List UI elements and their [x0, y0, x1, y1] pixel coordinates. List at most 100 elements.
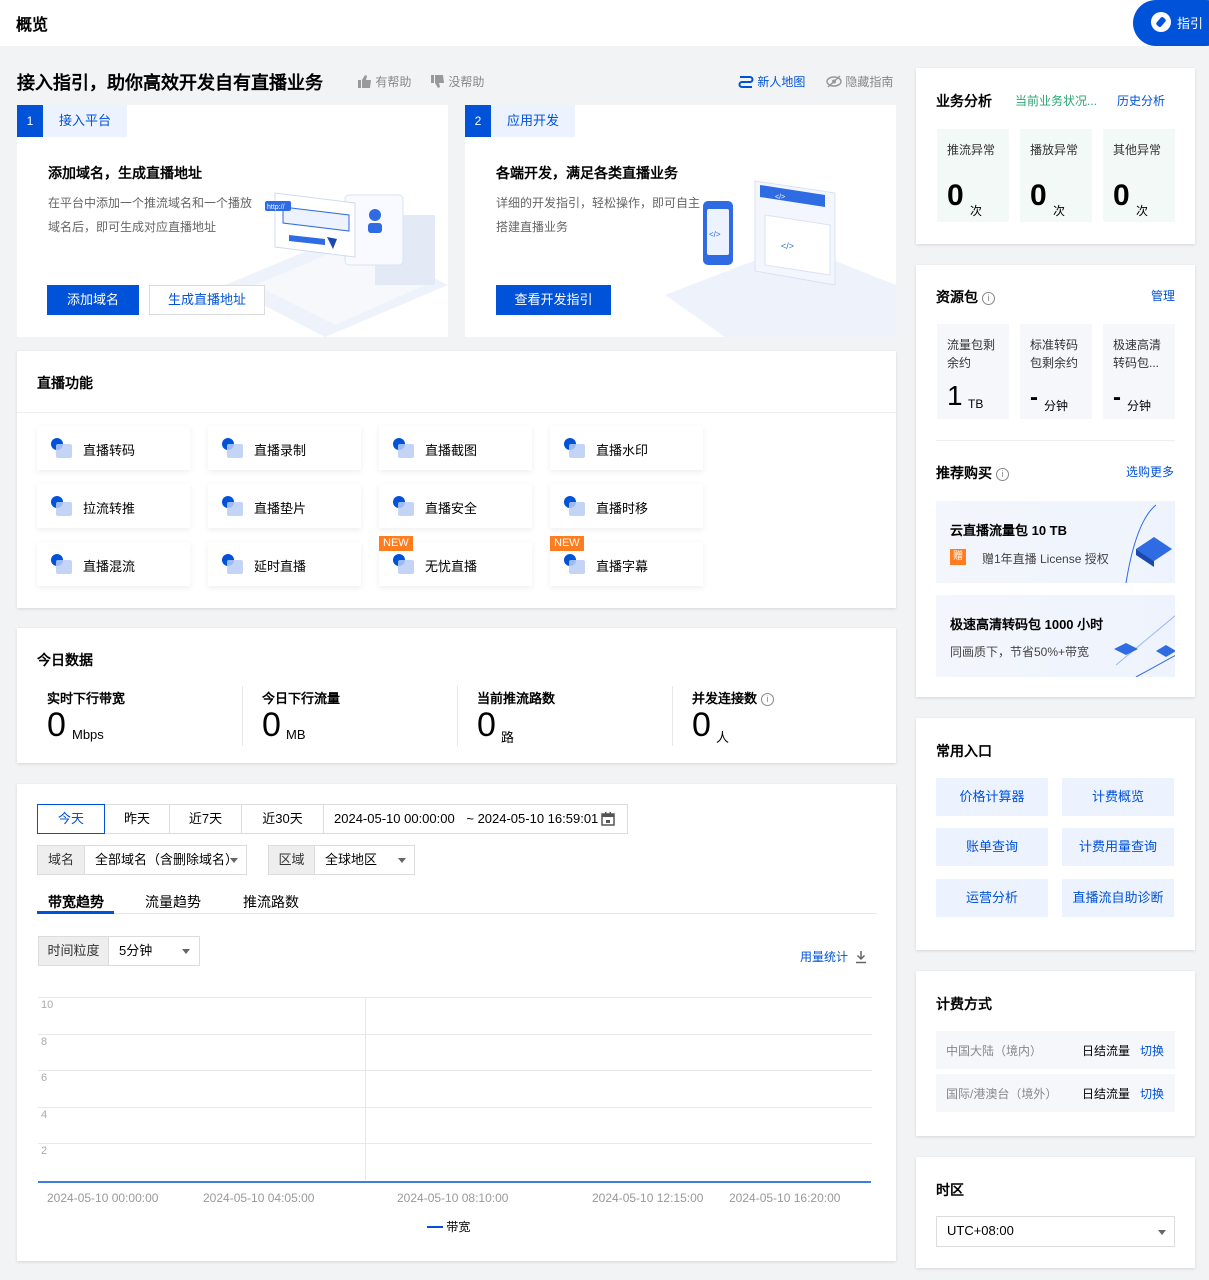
push-error-unit: 次 — [970, 204, 983, 218]
timezone-value: UTC+08:00 — [947, 1223, 1014, 1238]
stat-traffic-value: 0 — [262, 706, 281, 744]
recommend-transcode-card[interactable]: 极速高清转码包 1000 小时 同画质下，节省50%+带宽 — [936, 595, 1175, 677]
history-analysis-link[interactable]: 历史分析 — [1117, 92, 1165, 109]
entry-price-calculator[interactable]: 价格计算器 — [936, 778, 1048, 816]
billing-row-domestic: 中国大陆（境内） 日结流量 切换 — [936, 1031, 1175, 1069]
view-dev-guide-button[interactable]: 查看开发指引 — [496, 285, 611, 315]
not-helpful-label: 没帮助 — [448, 75, 485, 89]
tab-traffic[interactable]: 流量趋势 — [145, 892, 201, 912]
standard-transcode-tile[interactable]: 标准转码 包剩余约 - 分钟 — [1020, 324, 1092, 419]
feature-item[interactable]: 延时直播 — [208, 542, 361, 586]
today-title: 今日数据 — [37, 652, 93, 668]
recommend-more-link[interactable]: 选购更多 — [1126, 463, 1174, 480]
region-select[interactable]: 全球地区 — [314, 845, 415, 875]
entry-stream-diagnosis[interactable]: 直播流自助诊断 — [1062, 879, 1174, 917]
helpful-button[interactable]: 有帮助 — [358, 73, 411, 90]
usage-stats-link[interactable]: 用量统计 — [800, 948, 867, 965]
feature-label: 直播转码 — [83, 443, 136, 458]
hide-guide-button[interactable]: 隐藏指南 — [826, 73, 893, 90]
feature-label: 直播安全 — [425, 501, 478, 516]
features-title: 直播功能 — [37, 375, 93, 391]
step2-tab[interactable]: 应用开发 — [491, 105, 576, 137]
recommend-traffic-card[interactable]: 云直播流量包 10 TB 赠 赠1年直播 License 授权 — [936, 501, 1175, 583]
generate-url-button[interactable]: 生成直播地址 — [149, 285, 265, 315]
feature-item[interactable]: 直播录制 — [208, 426, 361, 470]
business-status-link[interactable]: 当前业务状况... — [1015, 92, 1097, 109]
chevron-down-icon — [230, 858, 238, 863]
eye-off-icon — [826, 75, 842, 88]
step2-illustration: </> </> </> — [665, 180, 896, 337]
feature-icon — [51, 438, 73, 460]
resource-title: 资源包 i — [936, 287, 995, 307]
push-error-value: 0 — [947, 179, 964, 212]
region-label: 区域 — [268, 845, 315, 875]
entry-bill-query[interactable]: 账单查询 — [936, 828, 1048, 866]
feature-item[interactable]: 直播安全 — [379, 484, 532, 528]
add-domain-button[interactable]: 添加域名 — [47, 285, 139, 315]
feature-item[interactable]: 无忧直播 NEW — [379, 536, 532, 586]
timezone-title: 时区 — [936, 1182, 964, 1198]
standard-transcode-unit: 分钟 — [1044, 399, 1069, 413]
chart-legend[interactable]: 带宽 — [427, 1218, 470, 1235]
play-error-tile[interactable]: 播放异常 0 次 — [1020, 129, 1092, 222]
resource-manage-link[interactable]: 管理 — [1151, 287, 1175, 304]
entry-usage-query[interactable]: 计费用量查询 — [1062, 828, 1174, 866]
tab-streams[interactable]: 推流路数 — [243, 892, 299, 912]
other-error-tile[interactable]: 其他异常 0 次 — [1103, 129, 1175, 222]
stat-connections-text: 并发连接数 — [692, 691, 758, 706]
hd-transcode-label: 极速高清 转码包... — [1113, 336, 1161, 372]
guide-button[interactable]: 指引 — [1133, 0, 1209, 46]
feature-icon — [222, 554, 244, 576]
hd-transcode-tile[interactable]: 极速高清 转码包... - 分钟 — [1103, 324, 1175, 419]
feature-item[interactable]: 直播字幕 NEW — [550, 536, 703, 586]
date-separator: ~ — [466, 811, 474, 826]
divider — [242, 686, 243, 746]
push-error-tile[interactable]: 推流异常 0 次 — [937, 129, 1009, 222]
info-icon[interactable]: i — [982, 292, 995, 305]
entry-ops-analysis[interactable]: 运营分析 — [936, 879, 1048, 917]
usage-stats-label: 用量统计 — [800, 950, 849, 964]
feature-item[interactable]: 直播垫片 — [208, 484, 361, 528]
svg-text:</>: </> — [781, 241, 794, 251]
traffic-package-tile[interactable]: 流量包剩 余约 1 TB — [937, 324, 1009, 419]
info-icon[interactable]: i — [996, 468, 1009, 481]
stat-streams-label: 当前推流路数 — [477, 691, 556, 706]
range-7days[interactable]: 近7天 — [169, 804, 242, 834]
tab-bandwidth[interactable]: 带宽趋势 — [48, 892, 104, 912]
feature-item[interactable]: 拉流转推 — [37, 484, 190, 528]
range-30days[interactable]: 近30天 — [241, 804, 324, 834]
billing-switch-link[interactable]: 切换 — [1140, 1085, 1164, 1102]
billing-title: 计费方式 — [936, 996, 992, 1012]
timezone-select[interactable]: UTC+08:00 — [936, 1216, 1175, 1247]
feature-item[interactable]: 直播水印 — [550, 426, 703, 470]
feature-item[interactable]: 直播截图 — [379, 426, 532, 470]
domain-value: 全部域名（含删除域名） — [95, 852, 239, 867]
feature-icon — [51, 554, 73, 576]
feature-item[interactable]: 直播转码 — [37, 426, 190, 470]
granularity-label: 时间粒度 — [38, 936, 109, 966]
business-title: 业务分析 — [936, 93, 992, 109]
domain-select[interactable]: 全部域名（含删除域名） — [84, 845, 247, 875]
feature-item[interactable]: 直播混流 — [37, 542, 190, 586]
feature-label: 直播录制 — [254, 443, 307, 458]
entry-billing-overview[interactable]: 计费概览 — [1062, 778, 1174, 816]
traffic-package-value: 1 — [947, 380, 963, 411]
step2-card: 2 应用开发 各端开发，满足各类直播业务 详细的开发指引，轻松操作，即可自主 搭… — [465, 105, 896, 337]
info-icon[interactable]: i — [761, 693, 775, 706]
hd-transcode-value: - — [1113, 384, 1121, 411]
step1-tab[interactable]: 接入平台 — [43, 105, 128, 137]
step2-number: 2 — [465, 105, 491, 137]
cube-illustration — [1125, 504, 1172, 583]
billing-region: 中国大陆（境内） — [946, 1044, 1043, 1058]
date-range-picker[interactable]: 2024-05-10 00:00:00 ~ 2024-05-10 16:59:0… — [323, 804, 628, 834]
range-yesterday[interactable]: 昨天 — [104, 804, 170, 834]
quick-entries-card: 常用入口 价格计算器 计费概览 账单查询 计费用量查询 运营分析 直播流自助诊断 — [916, 718, 1195, 950]
billing-switch-link[interactable]: 切换 — [1140, 1042, 1164, 1059]
step2-heading: 各端开发，满足各类直播业务 — [496, 165, 678, 181]
not-helpful-button[interactable]: 没帮助 — [431, 73, 484, 90]
stat-streams-value: 0 — [477, 706, 496, 744]
feature-item[interactable]: 直播时移 — [550, 484, 703, 528]
range-today[interactable]: 今天 — [37, 804, 105, 834]
new-user-map-link[interactable]: 新人地图 — [738, 73, 805, 90]
granularity-select[interactable]: 5分钟 — [108, 936, 200, 966]
